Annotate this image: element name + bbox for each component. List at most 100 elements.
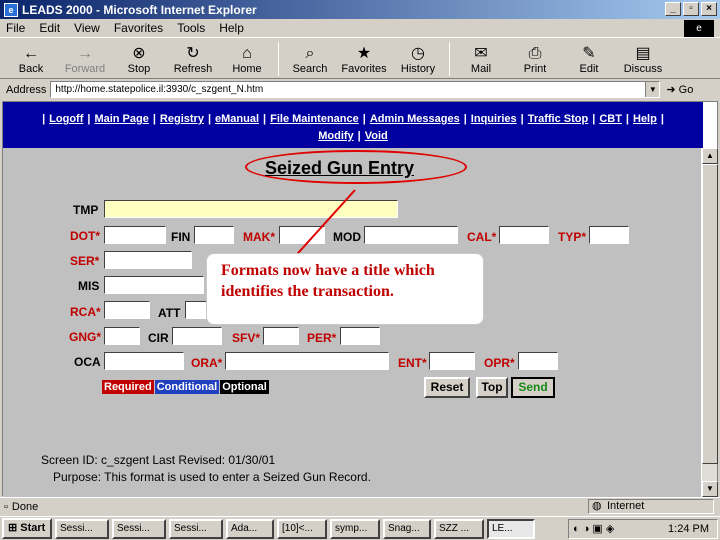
menu-edit[interactable]: Edit: [39, 21, 60, 35]
scroll-down-icon[interactable]: ▼: [702, 481, 718, 497]
start-button[interactable]: ⊞ Start: [2, 518, 52, 539]
discuss-button[interactable]: ▤ Discuss: [616, 40, 670, 78]
mod-input[interactable]: [364, 226, 458, 244]
minimize-button[interactable]: _: [665, 2, 681, 16]
oca-input[interactable]: [104, 352, 184, 370]
favorites-icon: ★: [356, 45, 372, 62]
nav-void[interactable]: Void: [365, 130, 388, 142]
taskbar-item-session-2[interactable]: Sessi...: [112, 518, 166, 539]
status-bar: ▫ Done ◍ Internet: [0, 497, 720, 515]
nav-emanual[interactable]: eManual: [215, 113, 259, 125]
cal-input[interactable]: [499, 226, 549, 244]
scroll-thumb[interactable]: [702, 164, 718, 464]
window-title-bar[interactable]: e LEADS 2000 - Microsoft Internet Explor…: [0, 0, 720, 19]
edit-icon: ✎: [582, 45, 596, 62]
label-rca: RCA*: [70, 305, 101, 319]
ser-input[interactable]: [104, 251, 192, 269]
typ-input[interactable]: [589, 226, 629, 244]
forward-arrow-icon: →: [77, 45, 93, 62]
mail-button[interactable]: ✉ Mail: [454, 40, 508, 78]
home-button[interactable]: ⌂ Home: [220, 40, 274, 78]
refresh-button[interactable]: ↻ Refresh: [166, 40, 220, 78]
label-tmp: TMP: [73, 203, 99, 217]
label-mod: MOD: [333, 230, 361, 244]
maximize-button[interactable]: ▫: [683, 2, 699, 16]
nav-cbt[interactable]: CBT: [599, 113, 622, 125]
dot-input[interactable]: [104, 226, 166, 244]
taskbar-item-symp[interactable]: symp...: [330, 518, 380, 539]
address-dropdown-icon[interactable]: ▼: [645, 82, 660, 97]
toolbar-separator: [278, 42, 279, 76]
per-input[interactable]: [340, 327, 380, 345]
send-button[interactable]: Send: [511, 377, 555, 398]
page-status-icon: ▫: [4, 500, 8, 513]
menu-bar: File Edit View Favorites Tools Help: [0, 19, 720, 38]
address-label: Address: [6, 83, 47, 96]
label-ser: SER*: [70, 254, 100, 268]
label-ora: ORA*: [191, 356, 223, 370]
nav-admin-messages[interactable]: Admin Messages: [370, 113, 460, 125]
nav-logoff[interactable]: Logoff: [49, 113, 83, 125]
menu-tools[interactable]: Tools: [177, 21, 205, 35]
label-cal: CAL*: [467, 230, 497, 244]
label-ent: ENT*: [398, 356, 427, 370]
taskbar-item-leads[interactable]: LE...: [487, 518, 535, 539]
vertical-scrollbar[interactable]: ▲ ▼: [701, 148, 718, 497]
stop-button[interactable]: ⊗ Stop: [112, 40, 166, 78]
nav-traffic-stop[interactable]: Traffic Stop: [528, 113, 589, 125]
address-input[interactable]: http://home.statepolice.il:3930/c_szgent…: [50, 81, 661, 98]
window-title: LEADS 2000 - Microsoft Internet Explorer: [22, 2, 257, 17]
close-button[interactable]: ×: [701, 2, 717, 16]
nav-inquiries[interactable]: Inquiries: [471, 113, 517, 125]
label-att: ATT: [158, 306, 181, 320]
nav-modify[interactable]: Modify: [318, 130, 353, 142]
search-button[interactable]: ⌕ Search: [283, 40, 337, 78]
history-button[interactable]: ◷ History: [391, 40, 445, 78]
taskbar-item-session-1[interactable]: Sessi...: [55, 518, 109, 539]
taskbar-item-snag[interactable]: Snag...: [383, 518, 431, 539]
taskbar: ⊞ Start Sessi... Sessi... Sessi... Ada..…: [0, 516, 720, 540]
reset-button[interactable]: Reset: [424, 377, 470, 398]
menu-favorites[interactable]: Favorites: [114, 21, 163, 35]
back-arrow-icon: ←: [23, 45, 39, 62]
print-icon: ⎙: [528, 45, 542, 62]
forward-button[interactable]: → Forward: [58, 40, 112, 78]
menu-file[interactable]: File: [6, 21, 25, 35]
top-button[interactable]: Top: [476, 377, 508, 398]
print-button[interactable]: ⎙ Print: [508, 40, 562, 78]
label-typ: TYP*: [558, 230, 587, 244]
favorites-button[interactable]: ★ Favorites: [337, 40, 391, 78]
home-icon: ⌂: [242, 45, 252, 62]
nav-registry[interactable]: Registry: [160, 113, 204, 125]
label-cir: CIR: [148, 331, 169, 345]
mis-input[interactable]: [104, 276, 204, 294]
nav-file-maintenance[interactable]: File Maintenance: [270, 113, 359, 125]
cir-input[interactable]: [172, 327, 222, 345]
label-mak: MAK*: [243, 230, 275, 244]
ent-input[interactable]: [429, 352, 475, 370]
menu-view[interactable]: View: [74, 21, 100, 35]
taskbar-item-szz[interactable]: SZZ ...: [434, 518, 484, 539]
address-url: http://home.statepolice.il:3930/c_szgent…: [55, 84, 264, 95]
tmp-input[interactable]: [104, 200, 398, 218]
rca-input[interactable]: [104, 301, 150, 319]
legend-optional: Optional: [220, 380, 269, 394]
ora-input[interactable]: [225, 352, 389, 370]
nav-main-page[interactable]: Main Page: [94, 113, 148, 125]
taskbar-item-ada[interactable]: Ada...: [226, 518, 274, 539]
taskbar-item-session-3[interactable]: Sessi...: [169, 518, 223, 539]
refresh-icon: ↻: [186, 45, 200, 62]
back-button[interactable]: ← Back: [4, 40, 58, 78]
sfv-input[interactable]: [263, 327, 299, 345]
gng-input[interactable]: [104, 327, 140, 345]
fin-input[interactable]: [194, 226, 234, 244]
nav-band: | Logoff | Main Page | Registry | eManual | File …: [3, 102, 703, 148]
go-button[interactable]: ➜ Go: [666, 83, 693, 96]
menu-help[interactable]: Help: [219, 21, 244, 35]
nav-help[interactable]: Help: [633, 113, 657, 125]
taskbar-item-10[interactable]: [10]<...: [277, 518, 327, 539]
mak-input[interactable]: [279, 226, 325, 244]
opr-input[interactable]: [518, 352, 558, 370]
scroll-up-icon[interactable]: ▲: [702, 148, 718, 164]
edit-button[interactable]: ✎ Edit: [562, 40, 616, 78]
